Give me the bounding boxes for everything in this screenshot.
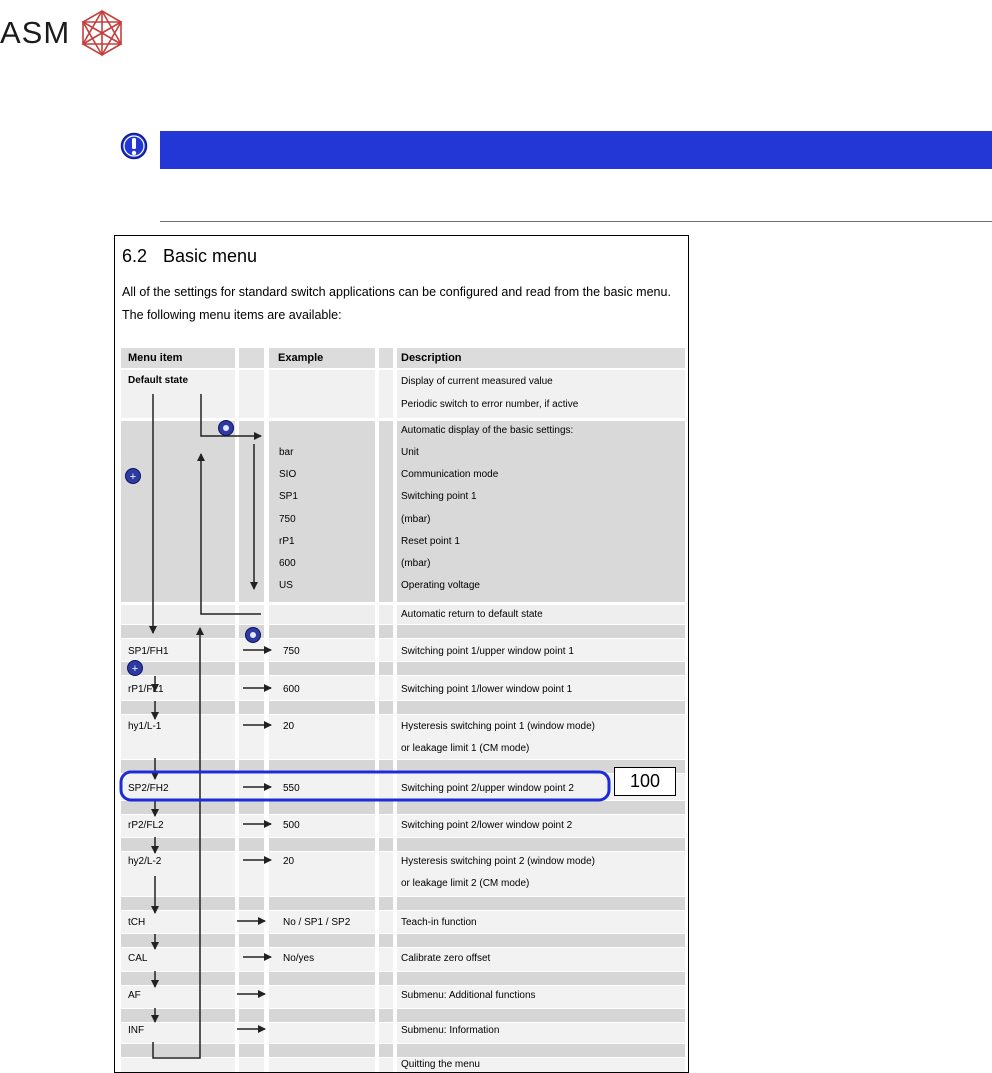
asm-logo: ASM [0, 8, 126, 57]
plus-button-icon: + [127, 660, 143, 676]
svg-text:+: + [132, 663, 138, 675]
set-button-icon [245, 627, 261, 643]
menu-flow-diagram: + + [119, 394, 611, 1059]
set-button-icon [218, 420, 234, 436]
logo-text: ASM [0, 14, 71, 50]
basic-menu-excerpt: 6.2 Basic menu All of the settings for st… [114, 235, 689, 1073]
notice-bar [160, 131, 992, 169]
highlight-sp2-fh2 [119, 770, 611, 802]
exclamation-circle-icon [120, 132, 148, 160]
callout-value-box: 100 [614, 767, 676, 796]
plus-button-icon: + [125, 468, 141, 484]
svg-text:+: + [130, 471, 136, 483]
asm-geometric-logo-icon [81, 8, 123, 57]
divider [160, 221, 992, 222]
